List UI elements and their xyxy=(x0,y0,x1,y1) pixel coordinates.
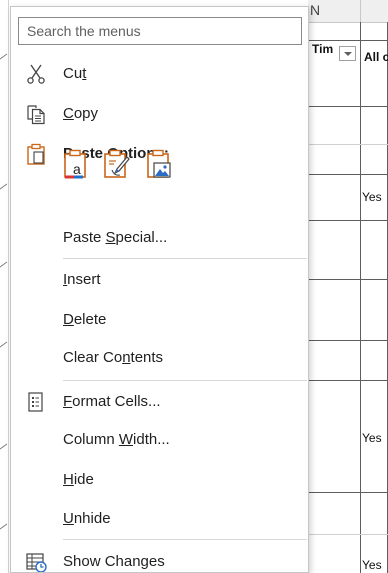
menu-item-delete[interactable]: Delete xyxy=(11,302,308,338)
menu-item-label: Show Changes xyxy=(63,553,165,570)
table-cell[interactable]: Yes xyxy=(362,190,382,204)
paste-values-icon: a xyxy=(62,149,90,184)
menu-item-label: Column Width... xyxy=(63,431,170,448)
grid-line xyxy=(308,106,388,107)
filter-dropdown-button[interactable] xyxy=(339,46,356,61)
excel-window: N Tim All c Yes Yes Yes Search the menus… xyxy=(0,0,388,573)
grid-line xyxy=(308,279,388,280)
paste-formatting-icon xyxy=(102,149,130,184)
row-edge-strip xyxy=(0,0,9,573)
grid-line xyxy=(308,144,388,145)
menu-item-label: Copy xyxy=(63,105,99,122)
grid-line xyxy=(308,340,388,341)
menu-separator xyxy=(63,539,307,540)
paste-formatting-button[interactable] xyxy=(102,148,130,180)
table-cell[interactable]: Yes xyxy=(362,558,382,572)
menu-item-hide[interactable]: Hide xyxy=(11,462,308,498)
menu-separator xyxy=(63,258,307,259)
menu-item-label: Format Cells... xyxy=(63,393,161,410)
grid-line xyxy=(308,40,388,41)
grid-line xyxy=(308,534,388,535)
menu-separator xyxy=(63,380,307,381)
grid-line xyxy=(360,22,361,573)
paste-picture-button[interactable] xyxy=(145,148,173,180)
menu-item-clear-contents[interactable]: Clear Contents xyxy=(11,340,308,376)
grid-line xyxy=(308,492,388,493)
menu-item-label: Delete xyxy=(63,311,107,328)
menu-item-cut[interactable]: Cut xyxy=(11,56,308,92)
table-header-cell[interactable]: All c xyxy=(364,50,388,64)
grid-line xyxy=(308,174,388,175)
show-changes-icon xyxy=(25,551,47,572)
svg-text:a: a xyxy=(73,161,81,177)
menu-item-label: Hide xyxy=(63,471,94,488)
menu-item-paste-special[interactable]: Paste Special... xyxy=(11,220,308,256)
menu-item-label: Insert xyxy=(63,271,101,288)
search-menus-input[interactable] xyxy=(18,17,302,45)
menu-item-unhide[interactable]: Unhide xyxy=(11,501,308,537)
menu-item-label: Paste Special... xyxy=(63,229,168,246)
menu-item-label: Clear Contents xyxy=(63,349,164,366)
grid-line xyxy=(308,380,388,381)
column-header-n[interactable]: N xyxy=(308,0,361,23)
column-header-label: N xyxy=(310,2,321,18)
menu-item-show-changes[interactable]: Show Changes xyxy=(11,544,308,572)
paste-picture-icon xyxy=(145,149,173,184)
column-header-o[interactable] xyxy=(361,0,388,23)
menu-item-label: Cut xyxy=(63,65,87,82)
context-menu: Cut Copy xyxy=(10,6,309,573)
scissors-icon xyxy=(25,63,47,85)
menu-item-label: Unhide xyxy=(63,510,111,527)
menu-item-format-cells[interactable]: Format Cells... xyxy=(11,384,308,420)
table-header-cell[interactable]: Tim xyxy=(312,42,333,56)
clipboard-icon xyxy=(25,143,47,165)
table-cell[interactable]: Yes xyxy=(362,431,382,445)
format-cells-icon xyxy=(25,391,47,413)
copy-icon xyxy=(25,103,47,125)
menu-item-column-width[interactable]: Column Width... xyxy=(11,422,308,458)
menu-item-insert[interactable]: Insert xyxy=(11,262,308,298)
menu-item-copy[interactable]: Copy xyxy=(11,96,308,132)
paste-values-button[interactable]: a xyxy=(62,148,90,180)
grid-line xyxy=(308,220,388,221)
